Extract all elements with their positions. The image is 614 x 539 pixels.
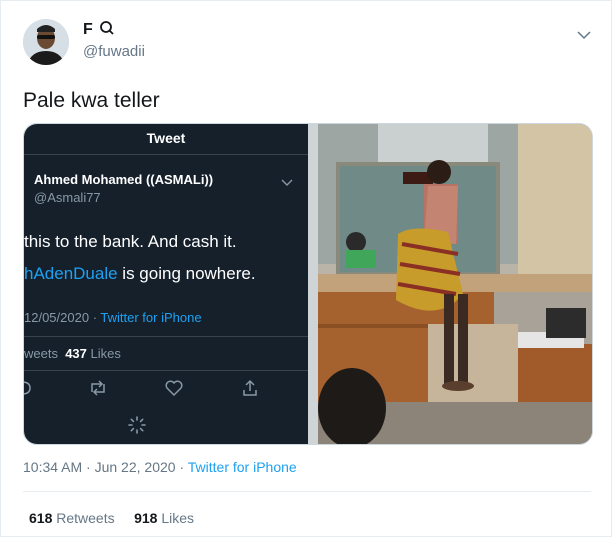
divider — [24, 154, 308, 155]
embedded-likes-label: Likes — [90, 346, 121, 361]
embedded-action-bar — [24, 378, 308, 402]
retweets-stat[interactable]: 618 Retweets — [29, 510, 115, 526]
tweet-timestamp[interactable]: 10:34 AM · Jun 22, 2020 — [23, 459, 176, 475]
embedded-likes-count: 437 — [65, 346, 87, 361]
embedded-mention: hAdenDuale — [24, 264, 118, 283]
tweet-meta: 10:34 AM · Jun 22, 2020 · Twitter for iP… — [23, 459, 297, 475]
display-name[interactable]: F — [83, 21, 93, 39]
share-icon — [240, 378, 260, 403]
avatar[interactable] — [23, 19, 69, 65]
tweet-stats: 618 Retweets 918 Likes — [29, 510, 194, 526]
chevron-down-icon[interactable] — [577, 27, 591, 45]
chevron-down-icon — [281, 174, 293, 192]
embedded-date: 12/05/2020 — [24, 310, 90, 325]
retweets-label: Retweets — [56, 510, 115, 526]
meta-separator: · — [179, 459, 185, 475]
likes-label: Likes — [161, 510, 194, 526]
embedded-text-line-2: hAdenDuale is going nowhere. — [24, 264, 256, 284]
divider — [24, 336, 308, 337]
embedded-author-name: Ahmed Mohamed ((ASMALi)) — [34, 172, 214, 187]
retweets-count: 618 — [29, 510, 53, 526]
embedded-meta: 12/05/2020 · Twitter for iPhone — [24, 310, 202, 325]
reply-icon — [24, 378, 32, 403]
likes-stat[interactable]: 918 Likes — [134, 510, 194, 526]
tweet-media[interactable]: Tweet Ahmed Mohamed ((ASMALi)) @Asmali77… — [23, 123, 593, 445]
divider — [23, 491, 591, 492]
embedded-stats: weets 437 Likes — [24, 346, 121, 361]
tweet-text: Pale kwa teller — [23, 89, 160, 112]
loading-spinner-icon — [128, 416, 146, 439]
embedded-header: Tweet — [146, 130, 186, 146]
tweet-source-link[interactable]: Twitter for iPhone — [188, 459, 297, 475]
embedded-retweets-label: weets — [24, 346, 58, 361]
heart-icon — [164, 378, 184, 403]
bank-teller-photo — [318, 124, 592, 444]
embedded-separator: · — [89, 310, 101, 325]
embedded-text-line-1: this to the bank. And cash it. — [24, 232, 237, 251]
embedded-author-handle: @Asmali77 — [34, 190, 101, 205]
tweet-card: F @fuwadii Pale kwa teller Tweet Ahmed M… — [0, 0, 612, 537]
avatar-image — [23, 19, 69, 65]
user-handle[interactable]: @fuwadii — [83, 43, 145, 60]
embedded-text-rest: is going nowhere. — [117, 264, 256, 283]
photo-illustration — [318, 124, 592, 444]
embedded-tweet-screenshot: Tweet Ahmed Mohamed ((ASMALi)) @Asmali77… — [24, 124, 308, 444]
embedded-source: Twitter for iPhone — [100, 310, 202, 325]
likes-count: 918 — [134, 510, 158, 526]
search-icon — [99, 20, 115, 41]
retweet-icon — [88, 378, 108, 403]
image-divider — [308, 124, 318, 444]
divider — [24, 370, 308, 371]
